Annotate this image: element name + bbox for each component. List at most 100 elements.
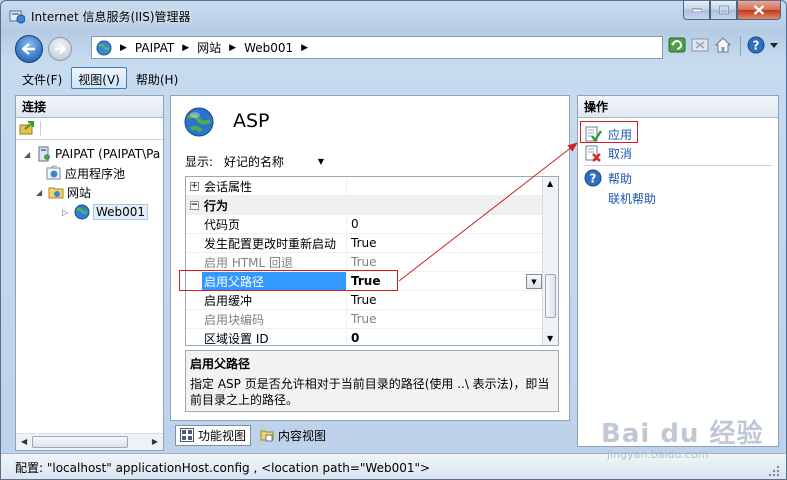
- online-help-action[interactable]: 联机帮助: [608, 189, 656, 207]
- property-name: 区域设置 ID: [204, 331, 269, 346]
- property-row[interactable]: + 会话属性: [186, 177, 544, 196]
- actions-header: 操作: [578, 96, 778, 118]
- tree-item-app-pools[interactable]: 应用程序池: [46, 164, 125, 182]
- stop-icon[interactable]: [691, 36, 711, 56]
- iis-manager-window: Internet 信息服务(IIS)管理器 ▶ PAIPAT ▶ 网站 ▶ We…: [0, 0, 787, 480]
- resize-grip-icon[interactable]: [768, 465, 780, 477]
- menu-view[interactable]: 视图(V): [71, 67, 127, 89]
- scroll-up-icon[interactable]: ▲: [547, 179, 553, 188]
- property-value[interactable]: True: [346, 234, 544, 252]
- apply-icon: [584, 125, 602, 143]
- category-name: 行为: [204, 198, 229, 213]
- forward-button[interactable]: [48, 37, 72, 61]
- action-label: 帮助: [608, 171, 633, 186]
- maximize-button[interactable]: [710, 1, 737, 20]
- breadcrumb-separator[interactable]: ▶: [182, 43, 189, 53]
- property-row-selected[interactable]: 启用父路径 True ▼: [186, 272, 544, 291]
- tree-item-server[interactable]: ◢ PAIPAT (PAIPAT\Pa: [24, 145, 160, 163]
- display-dropdown[interactable]: 好记的名称 ▼: [219, 151, 330, 171]
- collapse-icon[interactable]: −: [189, 200, 199, 210]
- breadcrumb-separator[interactable]: ▶: [120, 43, 127, 53]
- refresh-icon[interactable]: [668, 36, 688, 56]
- help-icon[interactable]: ?: [747, 36, 767, 56]
- description-title: 启用父路径: [190, 357, 251, 371]
- scroll-down-icon[interactable]: ▼: [547, 334, 553, 343]
- minimize-button[interactable]: [683, 1, 710, 20]
- toolbar-divider: [740, 36, 741, 56]
- property-name: 发生配置更改时重新启动: [204, 236, 337, 251]
- breadcrumb-separator[interactable]: ▶: [229, 43, 236, 53]
- expand-icon[interactable]: ▷: [62, 208, 72, 217]
- tree-item-label: 应用程序池: [65, 166, 126, 181]
- page-title: ASP: [233, 110, 270, 132]
- scroll-right-icon[interactable]: ▶: [152, 437, 158, 446]
- breadcrumb-server[interactable]: PAIPAT: [135, 41, 174, 55]
- content-view-icon: [260, 428, 274, 442]
- menu-file[interactable]: 文件(F): [15, 67, 69, 89]
- breadcrumb-site[interactable]: Web001: [244, 41, 293, 55]
- property-value[interactable]: True: [346, 253, 544, 271]
- toolbar-icons: ?: [668, 36, 783, 56]
- property-row[interactable]: 启用块编码 True: [186, 310, 544, 329]
- view-tabs: 功能视图 内容视图: [175, 424, 335, 446]
- tree-item-web001[interactable]: ▷ Web001: [62, 203, 149, 221]
- close-button[interactable]: [737, 1, 781, 20]
- tree-item-sites[interactable]: ◢ 网站: [36, 183, 91, 201]
- tab-content-view[interactable]: 内容视图: [255, 425, 331, 446]
- menu-bar: 文件(F) 视图(V) 帮助(H): [15, 67, 187, 89]
- feature-panel: ASP 显示: 好记的名称 ▼ + 会话属性 − 行为 代码页 0 发生配置更改…: [170, 95, 570, 421]
- address-bar[interactable]: ▶ PAIPAT ▶ 网站 ▶ Web001 ▶: [91, 36, 663, 59]
- scroll-left-icon[interactable]: ◀: [21, 437, 27, 446]
- action-label: 联机帮助: [608, 191, 657, 206]
- scrollbar-thumb[interactable]: [545, 274, 556, 318]
- chevron-down-icon[interactable]: [770, 36, 780, 56]
- property-name: 代码页: [204, 217, 241, 232]
- property-value[interactable]: 0: [346, 329, 544, 345]
- property-value[interactable]: 0: [346, 215, 544, 233]
- property-row[interactable]: 发生配置更改时重新启动 True: [186, 234, 544, 253]
- horizontal-scrollbar[interactable]: ◀ ▶: [16, 433, 163, 450]
- collapse-icon[interactable]: ◢: [24, 150, 34, 159]
- property-name: 启用块编码: [204, 312, 265, 327]
- features-view-icon: [180, 428, 194, 442]
- property-row[interactable]: 代码页 0: [186, 215, 544, 234]
- help-icon: ?: [584, 169, 602, 187]
- breadcrumb-separator[interactable]: ▶: [301, 43, 308, 53]
- cancel-action[interactable]: 取消: [584, 144, 632, 162]
- iis-app-icon: [9, 8, 26, 24]
- collapse-icon[interactable]: ◢: [36, 188, 46, 197]
- apply-action[interactable]: 应用: [584, 125, 632, 143]
- globe-icon: [74, 204, 90, 220]
- property-row[interactable]: 区域设置 ID 0: [186, 329, 544, 346]
- property-value: [346, 177, 544, 195]
- expand-icon[interactable]: +: [189, 181, 199, 191]
- vertical-scrollbar[interactable]: ▲ ▼: [542, 177, 558, 345]
- connections-toolbar: [16, 118, 163, 140]
- property-name: 启用缓冲: [204, 293, 253, 308]
- property-name: 启用父路径: [202, 272, 346, 290]
- toolbar-divider: [40, 121, 41, 136]
- folder-icon: [48, 184, 64, 200]
- property-value[interactable]: True: [346, 310, 544, 328]
- chevron-down-icon[interactable]: ▼: [526, 274, 542, 289]
- actions-panel: 操作 应用 取消 ? 帮助 联机帮助: [577, 95, 779, 447]
- property-row[interactable]: 启用 HTML 回退 True: [186, 253, 544, 272]
- display-selector: 显示: 好记的名称 ▼: [185, 150, 330, 172]
- connect-icon[interactable]: [19, 120, 35, 136]
- back-button[interactable]: [15, 35, 43, 63]
- svg-text:?: ?: [753, 39, 760, 53]
- tree-item-label: PAIPAT (PAIPAT\Pa: [55, 147, 161, 161]
- home-icon[interactable]: [714, 36, 734, 56]
- property-row[interactable]: 启用缓冲 True: [186, 291, 544, 310]
- tab-features-view[interactable]: 功能视图: [175, 424, 252, 446]
- menu-help[interactable]: 帮助(H): [129, 67, 185, 89]
- action-label: 取消: [608, 146, 633, 161]
- property-value-dropdown[interactable]: True ▼: [346, 272, 544, 290]
- status-text: 配置: "localhost" applicationHost.config ,…: [15, 461, 431, 475]
- breadcrumb-sites[interactable]: 网站: [197, 39, 221, 56]
- app-pool-icon: [46, 165, 62, 181]
- property-value[interactable]: True: [346, 291, 544, 309]
- help-action[interactable]: ? 帮助: [584, 169, 632, 187]
- scrollbar-thumb[interactable]: [32, 436, 128, 448]
- property-category[interactable]: − 行为: [186, 196, 544, 215]
